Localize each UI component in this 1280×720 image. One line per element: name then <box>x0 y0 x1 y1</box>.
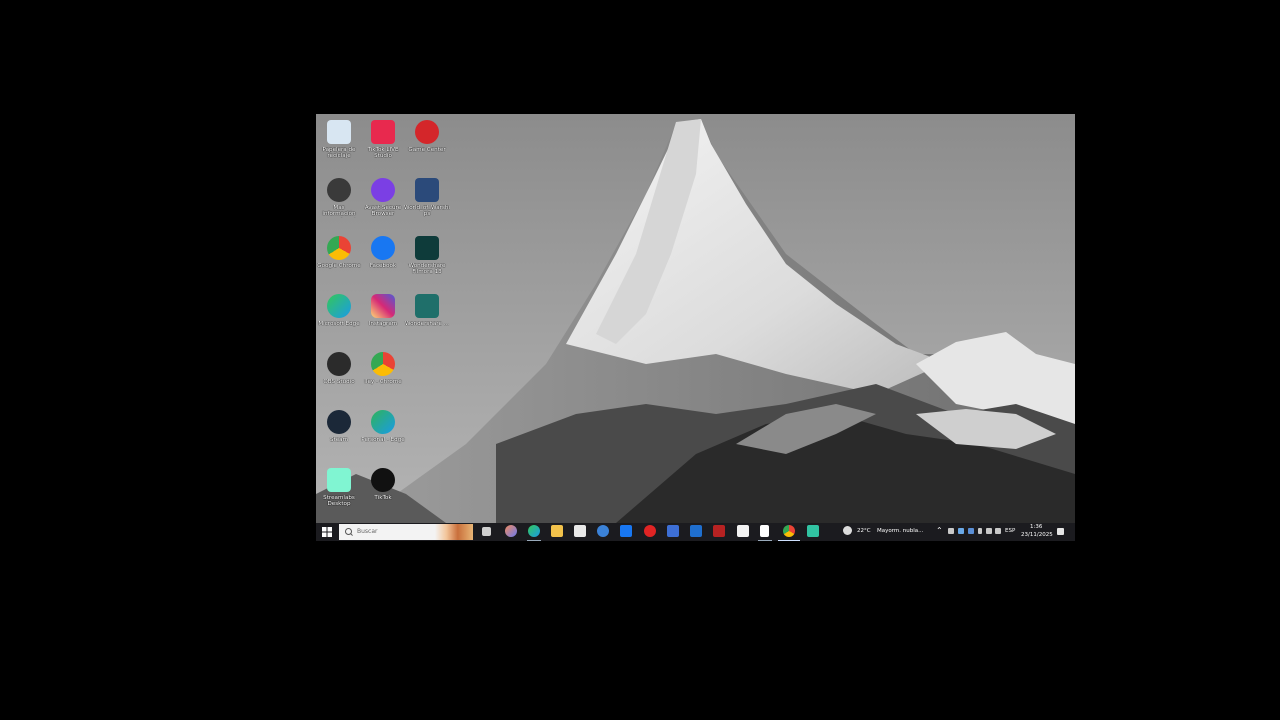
game-center-icon <box>415 120 439 144</box>
running-app-indicator <box>758 540 772 541</box>
desktop-icon-label: Papelera de reciclaje <box>322 147 356 160</box>
active-app-indicator <box>527 540 541 541</box>
weather-temperature[interactable]: 22°C <box>857 528 871 534</box>
chrome-profile-icon <box>371 352 395 376</box>
document-icon[interactable] <box>760 525 769 537</box>
outlook-icon[interactable] <box>690 525 702 537</box>
search-icon <box>345 528 352 535</box>
desktop-icon-label: Avast Secure Browser <box>364 205 402 218</box>
world-of-warships-icon <box>415 178 439 202</box>
desktop-icon-obs-studio[interactable]: OBS Studio <box>316 349 362 403</box>
taskbar-search-box[interactable]: Buscar <box>339 524 473 540</box>
desktop-icon-label: Instagram <box>368 321 398 327</box>
tray-app-icon[interactable] <box>948 528 954 534</box>
desktop-screen: Papelera de reciclaje TikTok LIVE Studio… <box>316 114 1075 541</box>
desktop-icon-label: Streamlabs Desktop <box>323 495 355 508</box>
wondershare-icon <box>415 294 439 318</box>
active-app-indicator <box>778 540 800 541</box>
desktop-icon-label: Microsoft Edge <box>318 321 360 327</box>
instagram-icon <box>371 294 395 318</box>
app-red-icon[interactable] <box>713 525 725 537</box>
desktop-icon-game-center[interactable]: Game Center <box>404 117 450 171</box>
desktop-icon-steam[interactable]: Steam <box>316 407 362 461</box>
facebook-icon <box>371 236 395 260</box>
weather-icon[interactable] <box>843 526 852 535</box>
filmora-icon <box>415 236 439 260</box>
search-placeholder: Buscar <box>357 528 378 535</box>
desktop-icon-label: Wondershare Filmora 13 <box>408 263 446 276</box>
desktop-icon-edge-profile[interactable]: Personal - Edge <box>360 407 406 461</box>
spotlight-info-icon <box>327 178 351 202</box>
amazon-icon[interactable] <box>737 525 749 537</box>
tiktok-icon <box>371 468 395 492</box>
file-explorer-icon[interactable] <box>551 525 563 537</box>
desktop-icon-chrome-profile[interactable]: Iley - Chrome <box>360 349 406 403</box>
desktop-icon-instagram[interactable]: Instagram <box>360 291 406 345</box>
desktop-icon-streamlabs[interactable]: Streamlabs Desktop <box>316 465 362 519</box>
speaker-icon[interactable] <box>995 528 1001 534</box>
task-view-icon[interactable] <box>482 527 491 536</box>
microsoft-store-icon[interactable] <box>574 525 586 537</box>
security-icon[interactable] <box>968 528 974 534</box>
desktop-icon-microsoft-edge[interactable]: Microsoft Edge <box>316 291 362 345</box>
steam-icon <box>327 410 351 434</box>
search-highlight-image <box>435 524 473 540</box>
clock-time[interactable]: 1:36 <box>1030 524 1042 530</box>
desktop-icon-recycle-bin[interactable]: Papelera de reciclaje <box>316 117 362 171</box>
desktop-icon-tiktok[interactable]: TikTok <box>360 465 406 519</box>
desktop-icon-label: TikTok <box>374 495 392 501</box>
desktop-icon-label: TikTok LIVE Studio <box>367 147 399 160</box>
weather-description[interactable]: Mayorm. nubla... <box>877 528 923 534</box>
desktop-icon-label: Steam <box>329 437 349 443</box>
app-taskbar-icon[interactable] <box>667 525 679 537</box>
desktop-icon-filmora[interactable]: Wondershare Filmora 13 <box>404 233 450 287</box>
desktop-icon-label: Personal - Edge <box>361 437 405 443</box>
chrome-taskbar-icon[interactable] <box>783 525 795 537</box>
desktop-icon-facebook[interactable]: Facebook <box>360 233 406 287</box>
mail-icon[interactable] <box>597 525 609 537</box>
recycle-bin-icon <box>327 120 351 144</box>
desktop-icon-spotlight-info[interactable]: Más información acerca de esta imagen <box>316 175 362 229</box>
desktop-icon-label: Google Chrome <box>317 263 361 269</box>
desktop-icon-label: World_of_Warships <box>404 205 450 218</box>
obs-studio-icon <box>327 352 351 376</box>
desktop-icon-label: Game Center <box>408 147 446 153</box>
desktop-icon-label: Iley - Chrome <box>364 379 402 385</box>
microphone-icon[interactable] <box>978 528 982 534</box>
avast-browser-icon <box>371 178 395 202</box>
desktop-icon-label: OBS Studio <box>323 379 355 385</box>
clock-date[interactable]: 23/11/2025 <box>1021 532 1053 538</box>
desktop-icon-label: Más información acerca de esta imagen <box>318 205 359 218</box>
edge-profile-icon <box>371 410 395 434</box>
desktop-icon-avast-browser[interactable]: Avast Secure Browser <box>360 175 406 229</box>
windows-start-icon[interactable] <box>322 527 332 537</box>
chrome-icon <box>327 236 351 260</box>
copilot-icon[interactable] <box>505 525 517 537</box>
desktop-icon-world-of-warships[interactable]: World_of_Warships <box>404 175 450 229</box>
language-indicator[interactable]: ESP <box>1005 528 1015 534</box>
desktop-icon-tiktok-live-studio[interactable]: TikTok LIVE Studio <box>360 117 406 171</box>
edge-taskbar-icon[interactable] <box>528 525 540 537</box>
edge-icon <box>327 294 351 318</box>
desktop-icon-label: Facebook <box>369 263 397 269</box>
onedrive-icon[interactable] <box>958 528 964 534</box>
taskbar: Buscar 22°C Mayorm. nubla... ⌃ ESP 1:36 <box>316 523 1075 541</box>
desktop-icon-google-chrome[interactable]: Google Chrome <box>316 233 362 287</box>
chevron-up-icon[interactable]: ⌃ <box>936 526 943 535</box>
youtube-icon[interactable] <box>644 525 656 537</box>
streamlabs-taskbar-icon[interactable] <box>807 525 819 537</box>
desktop-icon-label: Wondershare ... <box>404 321 450 327</box>
tiktok-live-studio-icon <box>371 120 395 144</box>
streamlabs-icon <box>327 468 351 492</box>
network-icon[interactable] <box>986 528 992 534</box>
facebook-taskbar-icon[interactable] <box>620 525 632 537</box>
notifications-icon[interactable] <box>1057 528 1064 535</box>
desktop-icon-wondershare[interactable]: Wondershare ... <box>404 291 450 345</box>
